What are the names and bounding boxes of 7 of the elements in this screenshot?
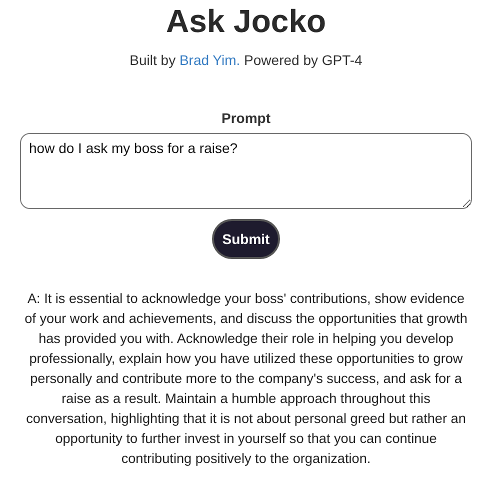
credit-line: Built by Brad Yim. Powered by GPT-4 (130, 52, 362, 68)
submit-button[interactable]: Submit (212, 219, 280, 259)
author-link[interactable]: Brad Yim. (179, 52, 240, 68)
prompt-label: Prompt (222, 110, 270, 126)
answer-text: A: It is essential to acknowledge your boss' contributions, show evidence of your work and achievements, and discuss the opportunities that growth has provided you with. Acknowledge their role in helping you develop professionally, explain how you have utilized these opportunities to grow personally and contribute more to the company's success, and ask for a raise as a result. Maintain a humble approach throughout this conversation, highlighting that it is not about personal greed but rather an opportunity to further invest in yourself so that you can continue contributing positively to the organization. (24, 290, 468, 468)
prompt-field[interactable]: how do I ask my boss for a raise? (20, 133, 472, 209)
page-title: Ask Jocko (166, 2, 326, 40)
